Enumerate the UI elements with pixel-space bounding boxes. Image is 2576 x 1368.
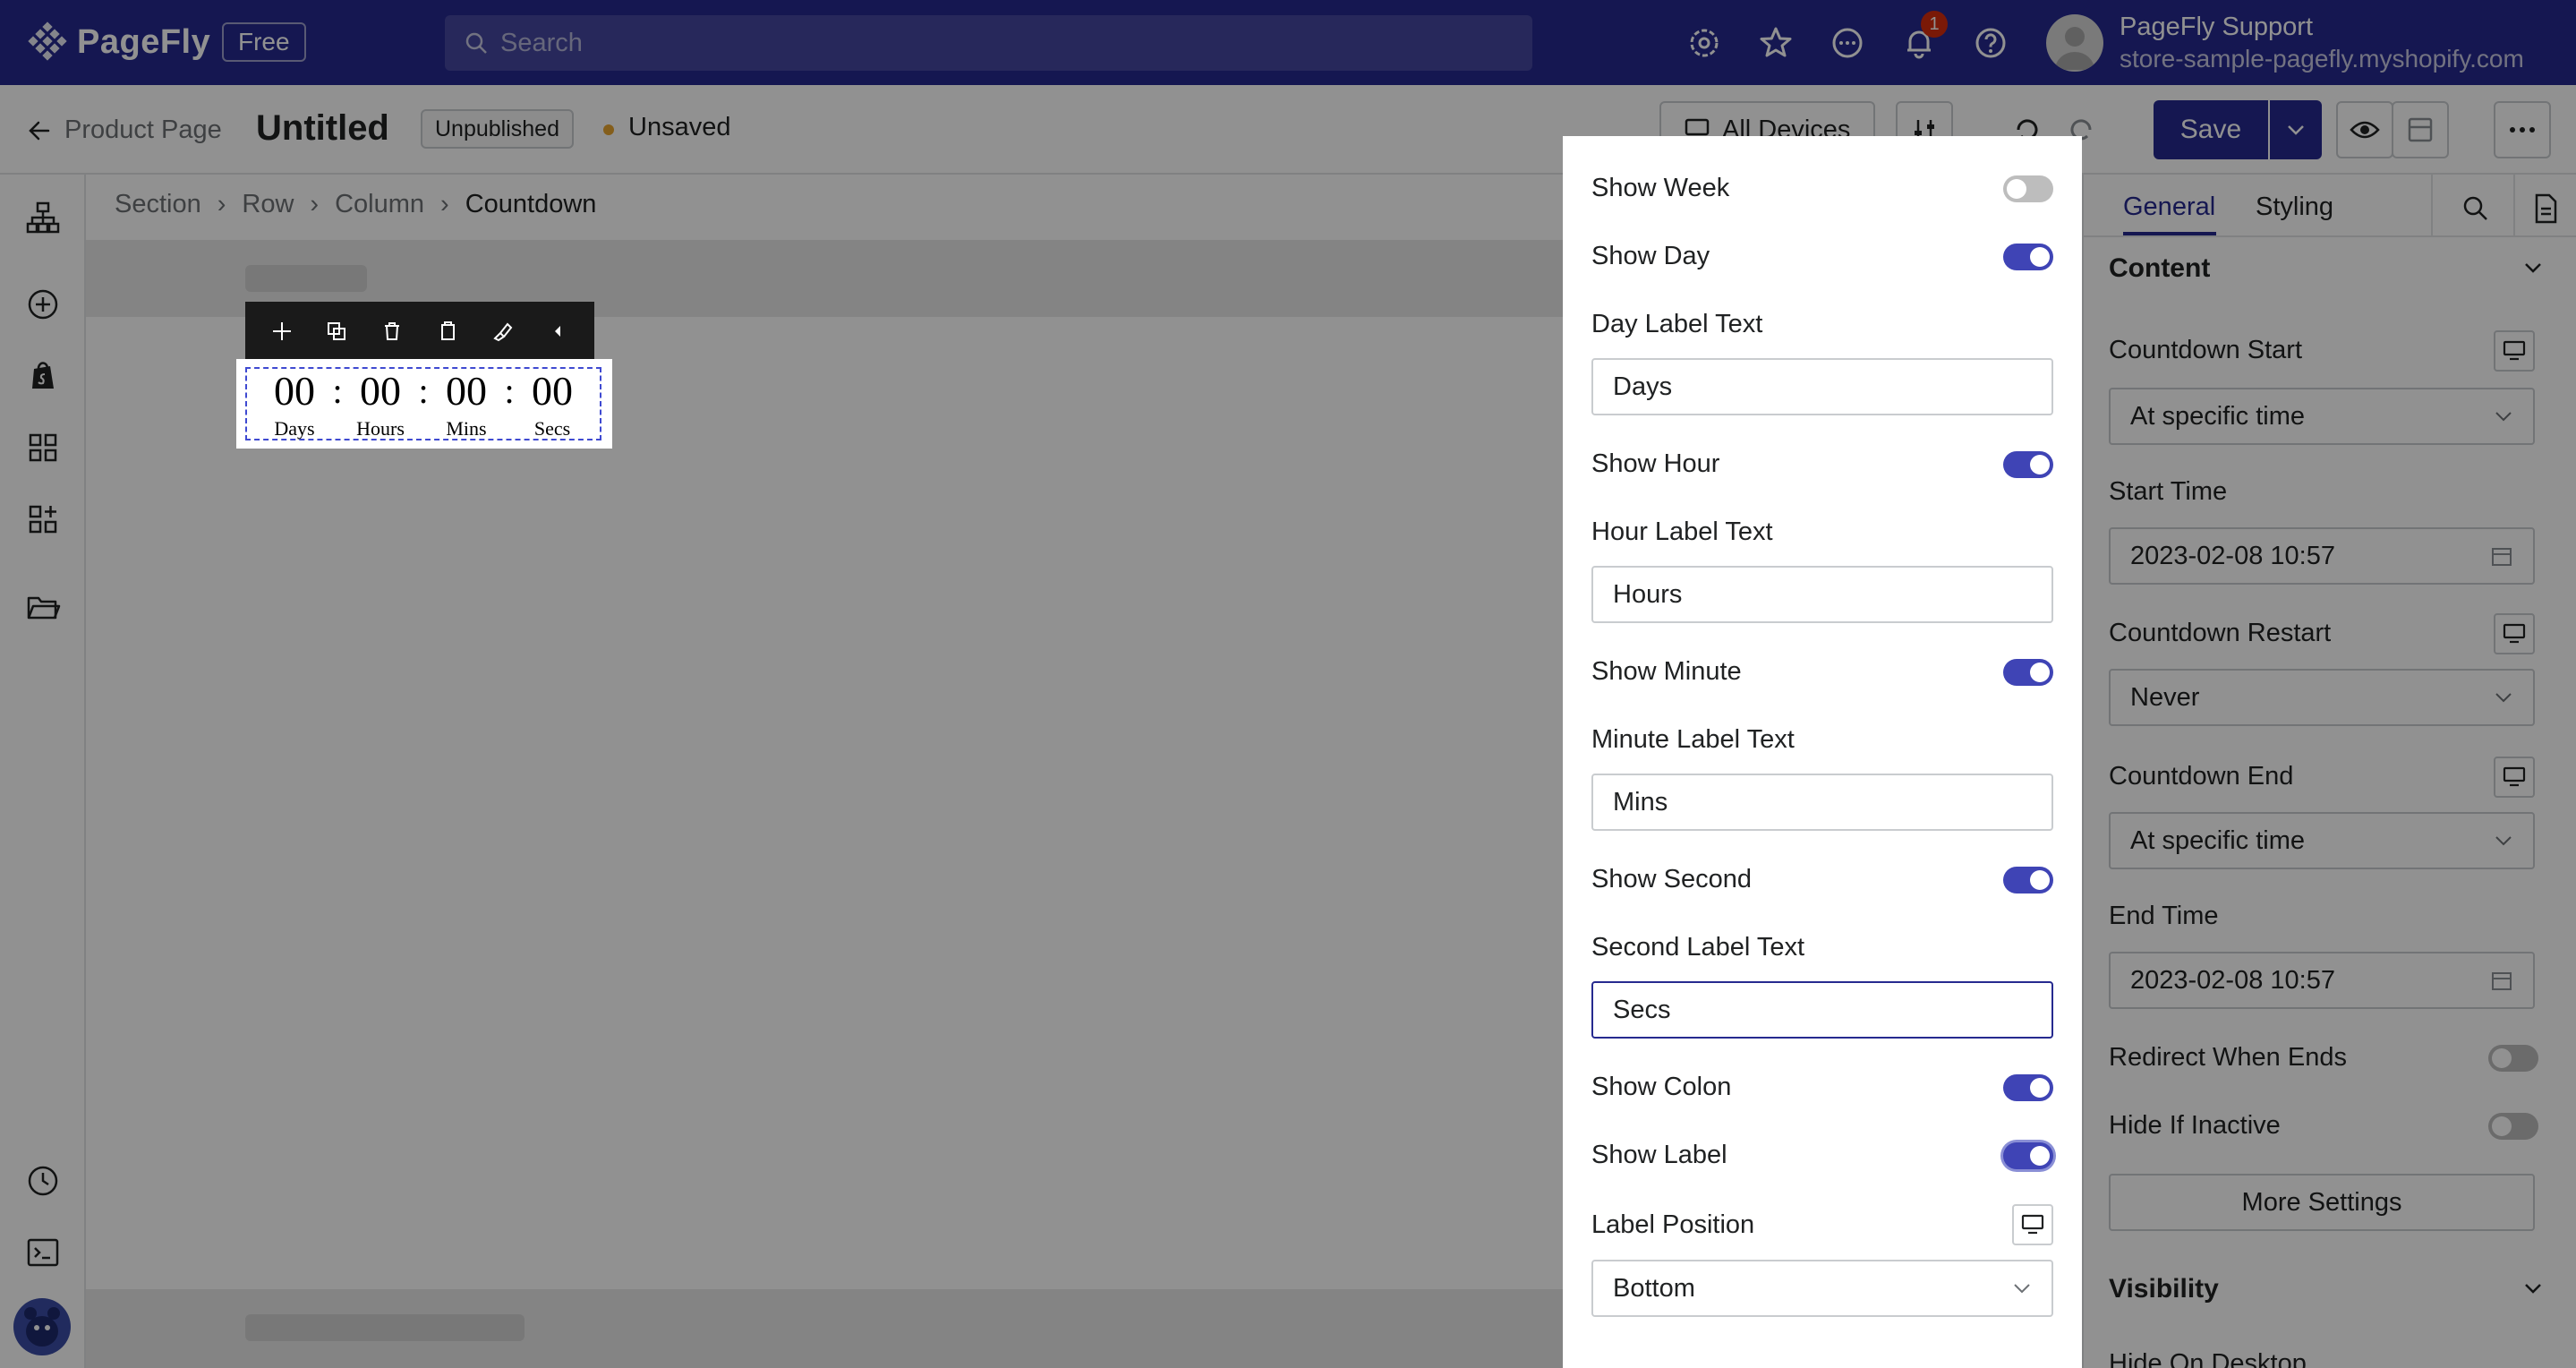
duplicate-icon[interactable]: [326, 321, 347, 342]
end-time-value: 2023-02-08 10:57: [2130, 965, 2335, 995]
tab-styling[interactable]: Styling: [2256, 192, 2333, 222]
end-time-input[interactable]: 2023-02-08 10:57: [2109, 952, 2535, 1009]
inspector-panel: General Styling Content Countdown Start …: [2082, 175, 2576, 1368]
countdown-days-value: 00: [274, 368, 315, 414]
countdown-separator: :: [504, 371, 515, 411]
countdown-secs-value: 00: [532, 368, 573, 414]
start-time-value: 2023-02-08 10:57: [2130, 541, 2335, 570]
label-position-value: Bottom: [1613, 1273, 1695, 1303]
chevron-down-icon[interactable]: [2522, 1281, 2544, 1295]
calendar-icon: [2492, 972, 2512, 990]
chevron-down-icon: [2495, 693, 2512, 703]
hide-on-desktop-label: Hide On Desktop: [2109, 1349, 2307, 1368]
hide-if-inactive-label: Hide If Inactive: [2109, 1111, 2281, 1140]
countdown-end-value: At specific time: [2130, 825, 2305, 855]
hide-if-inactive-toggle[interactable]: [2488, 1113, 2538, 1140]
label-position-device-button[interactable]: [2012, 1204, 2053, 1245]
countdown-restart-label: Countdown Restart: [2109, 619, 2332, 647]
delete-icon[interactable]: [381, 321, 403, 342]
countdown-end-select[interactable]: At specific time: [2109, 812, 2535, 869]
countdown-separator: :: [418, 371, 429, 411]
countdown-days-label: Days: [274, 417, 315, 440]
move-icon[interactable]: [271, 321, 293, 342]
countdown-days: 00 Days: [259, 368, 330, 440]
countdown-secs: 00 Secs: [516, 368, 588, 440]
countdown-hours: 00 Hours: [345, 368, 416, 440]
inspector-tabs: General Styling: [2084, 175, 2576, 237]
chevron-down-icon: [2495, 836, 2512, 846]
paint-brush-icon[interactable]: [491, 321, 513, 342]
desktop-icon: [2021, 1214, 2044, 1235]
countdown-secs-label: Secs: [533, 417, 571, 440]
countdown-end-label: Countdown End: [2109, 762, 2294, 791]
countdown-start-device-button[interactable]: [2494, 330, 2535, 372]
tab-divider: [2431, 175, 2433, 237]
desktop-icon: [2503, 766, 2526, 787]
end-time-label: End Time: [2109, 902, 2219, 930]
label-position-label: Label Position: [1591, 1210, 1755, 1239]
redirect-when-ends-label: Redirect When Ends: [2109, 1043, 2347, 1072]
chevron-down-icon: [2014, 1284, 2030, 1294]
document-icon[interactable]: [2528, 191, 2563, 227]
countdown-restart-select[interactable]: Never: [2109, 669, 2535, 726]
countdown-start-label: Countdown Start: [2109, 336, 2303, 364]
visibility-heading[interactable]: Visibility: [2109, 1274, 2219, 1304]
chevron-down-icon[interactable]: [2522, 261, 2544, 275]
label-position-select[interactable]: Bottom: [1591, 1260, 2053, 1317]
countdown-hours-value: 00: [360, 368, 401, 414]
chevron-down-icon: [2495, 412, 2512, 422]
popover-dim: [1563, 136, 2082, 1187]
countdown-restart-value: Never: [2130, 682, 2200, 712]
tab-general[interactable]: General: [2123, 192, 2215, 222]
element-toolbar: [245, 302, 594, 361]
calendar-icon: [2492, 548, 2512, 566]
countdown-start-select[interactable]: At specific time: [2109, 388, 2535, 445]
countdown-mins: 00 Mins: [431, 368, 502, 440]
tab-divider: [2513, 175, 2515, 237]
countdown-mins-value: 00: [446, 368, 487, 414]
countdown-end-device-button[interactable]: [2494, 757, 2535, 798]
countdown-hours-label: Hours: [356, 417, 405, 440]
countdown-restart-device-button[interactable]: [2494, 613, 2535, 654]
countdown-start-value: At specific time: [2130, 401, 2305, 431]
collapse-left-icon[interactable]: [547, 321, 568, 342]
search-icon[interactable]: [2458, 191, 2494, 227]
more-settings-button[interactable]: More Settings: [2109, 1174, 2535, 1231]
desktop-icon: [2503, 623, 2526, 644]
redirect-when-ends-toggle[interactable]: [2488, 1045, 2538, 1072]
desktop-icon: [2503, 340, 2526, 361]
active-tab-indicator: [2123, 232, 2216, 235]
countdown-preview[interactable]: 00 Days : 00 Hours : 00 Mins : 00 Secs: [245, 367, 601, 440]
countdown-mins-label: Mins: [446, 417, 487, 440]
start-time-label: Start Time: [2109, 477, 2228, 506]
start-time-input[interactable]: 2023-02-08 10:57: [2109, 527, 2535, 585]
content-heading[interactable]: Content: [2109, 253, 2210, 284]
copy-icon[interactable]: [437, 321, 458, 342]
countdown-separator: :: [332, 371, 343, 411]
